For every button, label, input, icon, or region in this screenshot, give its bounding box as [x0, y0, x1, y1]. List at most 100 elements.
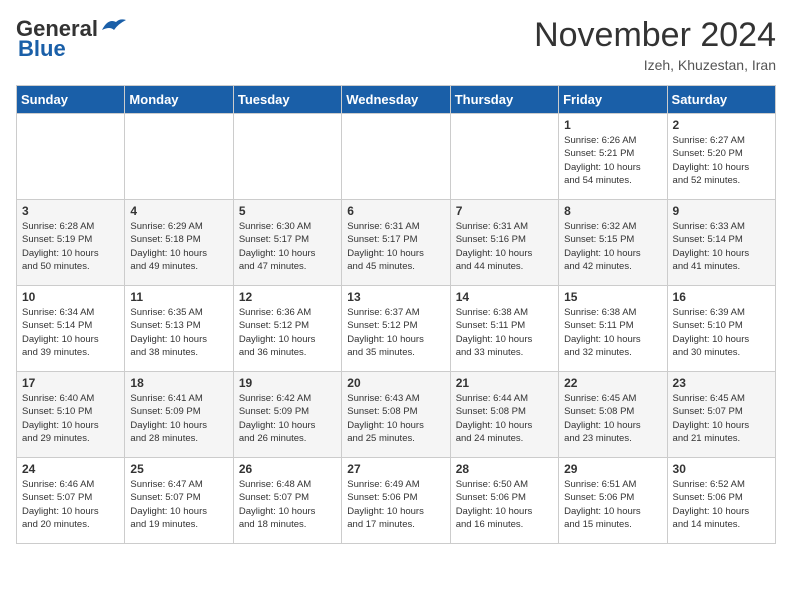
day-number: 16	[673, 290, 770, 304]
day-info: Sunrise: 6:34 AM Sunset: 5:14 PM Dayligh…	[22, 306, 119, 359]
logo: General Blue	[16, 16, 128, 62]
calendar-day-cell: 12 Sunrise: 6:36 AM Sunset: 5:12 PM Dayli…	[233, 286, 341, 372]
calendar-day-cell: 27 Sunrise: 6:49 AM Sunset: 5:06 PM Dayli…	[342, 458, 450, 544]
day-number: 29	[564, 462, 661, 476]
day-info: Sunrise: 6:31 AM Sunset: 5:17 PM Dayligh…	[347, 220, 444, 273]
day-info: Sunrise: 6:27 AM Sunset: 5:20 PM Dayligh…	[673, 134, 770, 187]
day-info: Sunrise: 6:40 AM Sunset: 5:10 PM Dayligh…	[22, 392, 119, 445]
day-info: Sunrise: 6:46 AM Sunset: 5:07 PM Dayligh…	[22, 478, 119, 531]
day-number: 30	[673, 462, 770, 476]
weekday-header-sunday: Sunday	[17, 86, 125, 114]
calendar-day-cell: 8Sunrise: 6:32 AM Sunset: 5:15 PM Daylig…	[559, 200, 667, 286]
day-info: Sunrise: 6:52 AM Sunset: 5:06 PM Dayligh…	[673, 478, 770, 531]
day-number: 3	[22, 204, 119, 218]
day-number: 17	[22, 376, 119, 390]
day-info: Sunrise: 6:47 AM Sunset: 5:07 PM Dayligh…	[130, 478, 227, 531]
day-number: 10	[22, 290, 119, 304]
day-info: Sunrise: 6:39 AM Sunset: 5:10 PM Dayligh…	[673, 306, 770, 359]
weekday-header-saturday: Saturday	[667, 86, 775, 114]
day-number: 6	[347, 204, 444, 218]
weekday-header-tuesday: Tuesday	[233, 86, 341, 114]
day-info: Sunrise: 6:31 AM Sunset: 5:16 PM Dayligh…	[456, 220, 553, 273]
day-info: Sunrise: 6:26 AM Sunset: 5:21 PM Dayligh…	[564, 134, 661, 187]
day-number: 26	[239, 462, 336, 476]
day-info: Sunrise: 6:48 AM Sunset: 5:07 PM Dayligh…	[239, 478, 336, 531]
calendar-day-cell: 18 Sunrise: 6:41 AM Sunset: 5:09 PM Dayli…	[125, 372, 233, 458]
day-info: Sunrise: 6:33 AM Sunset: 5:14 PM Dayligh…	[673, 220, 770, 273]
day-info: Sunrise: 6:28 AM Sunset: 5:19 PM Dayligh…	[22, 220, 119, 273]
day-info: Sunrise: 6:45 AM Sunset: 5:07 PM Dayligh…	[673, 392, 770, 445]
day-number: 19	[239, 376, 336, 390]
calendar-day-cell: 25 Sunrise: 6:47 AM Sunset: 5:07 PM Dayli…	[125, 458, 233, 544]
calendar-day-cell: 23 Sunrise: 6:45 AM Sunset: 5:07 PM Dayli…	[667, 372, 775, 458]
day-number: 1	[564, 118, 661, 132]
day-info: Sunrise: 6:32 AM Sunset: 5:15 PM Dayligh…	[564, 220, 661, 273]
day-info: Sunrise: 6:44 AM Sunset: 5:08 PM Dayligh…	[456, 392, 553, 445]
calendar-week-row: 1 Sunrise: 6:26 AM Sunset: 5:21 PM Daylig…	[17, 114, 776, 200]
location-subtitle: Izeh, Khuzestan, Iran	[534, 57, 776, 73]
day-info: Sunrise: 6:42 AM Sunset: 5:09 PM Dayligh…	[239, 392, 336, 445]
day-number: 23	[673, 376, 770, 390]
day-info: Sunrise: 6:35 AM Sunset: 5:13 PM Dayligh…	[130, 306, 227, 359]
logo-blue: Blue	[18, 36, 66, 62]
day-number: 15	[564, 290, 661, 304]
calendar-day-cell: 20Sunrise: 6:43 AM Sunset: 5:08 PM Dayli…	[342, 372, 450, 458]
weekday-header-monday: Monday	[125, 86, 233, 114]
day-number: 2	[673, 118, 770, 132]
calendar-day-cell	[233, 114, 341, 200]
calendar-day-cell	[125, 114, 233, 200]
weekday-header-row: SundayMondayTuesdayWednesdayThursdayFrid…	[17, 86, 776, 114]
day-number: 5	[239, 204, 336, 218]
day-info: Sunrise: 6:29 AM Sunset: 5:18 PM Dayligh…	[130, 220, 227, 273]
calendar-day-cell: 21 Sunrise: 6:44 AM Sunset: 5:08 PM Dayli…	[450, 372, 558, 458]
calendar-day-cell: 19 Sunrise: 6:42 AM Sunset: 5:09 PM Dayli…	[233, 372, 341, 458]
page-header: General Blue November 2024 Izeh, Khuzest…	[16, 16, 776, 73]
calendar-week-row: 24 Sunrise: 6:46 AM Sunset: 5:07 PM Dayli…	[17, 458, 776, 544]
calendar-table: SundayMondayTuesdayWednesdayThursdayFrid…	[16, 85, 776, 544]
day-number: 24	[22, 462, 119, 476]
calendar-day-cell: 26 Sunrise: 6:48 AM Sunset: 5:07 PM Dayli…	[233, 458, 341, 544]
day-number: 12	[239, 290, 336, 304]
day-number: 20	[347, 376, 444, 390]
calendar-day-cell: 29 Sunrise: 6:51 AM Sunset: 5:06 PM Dayli…	[559, 458, 667, 544]
calendar-day-cell	[450, 114, 558, 200]
day-info: Sunrise: 6:49 AM Sunset: 5:06 PM Dayligh…	[347, 478, 444, 531]
day-info: Sunrise: 6:38 AM Sunset: 5:11 PM Dayligh…	[564, 306, 661, 359]
day-number: 27	[347, 462, 444, 476]
day-number: 21	[456, 376, 553, 390]
logo-bird-icon	[100, 16, 128, 36]
day-number: 13	[347, 290, 444, 304]
day-info: Sunrise: 6:37 AM Sunset: 5:12 PM Dayligh…	[347, 306, 444, 359]
calendar-day-cell: 14 Sunrise: 6:38 AM Sunset: 5:11 PM Dayli…	[450, 286, 558, 372]
day-number: 14	[456, 290, 553, 304]
day-number: 25	[130, 462, 227, 476]
calendar-day-cell: 3 Sunrise: 6:28 AM Sunset: 5:19 PM Daylig…	[17, 200, 125, 286]
day-info: Sunrise: 6:38 AM Sunset: 5:11 PM Dayligh…	[456, 306, 553, 359]
day-info: Sunrise: 6:50 AM Sunset: 5:06 PM Dayligh…	[456, 478, 553, 531]
calendar-day-cell: 6 Sunrise: 6:31 AM Sunset: 5:17 PM Daylig…	[342, 200, 450, 286]
day-number: 9	[673, 204, 770, 218]
day-info: Sunrise: 6:36 AM Sunset: 5:12 PM Dayligh…	[239, 306, 336, 359]
calendar-day-cell	[17, 114, 125, 200]
day-number: 28	[456, 462, 553, 476]
calendar-day-cell: 13 Sunrise: 6:37 AM Sunset: 5:12 PM Dayli…	[342, 286, 450, 372]
day-info: Sunrise: 6:45 AM Sunset: 5:08 PM Dayligh…	[564, 392, 661, 445]
day-number: 22	[564, 376, 661, 390]
day-number: 7	[456, 204, 553, 218]
calendar-day-cell: 24 Sunrise: 6:46 AM Sunset: 5:07 PM Dayli…	[17, 458, 125, 544]
day-info: Sunrise: 6:41 AM Sunset: 5:09 PM Dayligh…	[130, 392, 227, 445]
day-number: 11	[130, 290, 227, 304]
weekday-header-wednesday: Wednesday	[342, 86, 450, 114]
weekday-header-friday: Friday	[559, 86, 667, 114]
calendar-week-row: 10 Sunrise: 6:34 AM Sunset: 5:14 PM Dayli…	[17, 286, 776, 372]
weekday-header-thursday: Thursday	[450, 86, 558, 114]
calendar-day-cell	[342, 114, 450, 200]
calendar-day-cell: 9 Sunrise: 6:33 AM Sunset: 5:14 PM Daylig…	[667, 200, 775, 286]
calendar-day-cell: 30 Sunrise: 6:52 AM Sunset: 5:06 PM Dayli…	[667, 458, 775, 544]
day-info: Sunrise: 6:51 AM Sunset: 5:06 PM Dayligh…	[564, 478, 661, 531]
calendar-day-cell: 2 Sunrise: 6:27 AM Sunset: 5:20 PM Daylig…	[667, 114, 775, 200]
day-number: 18	[130, 376, 227, 390]
calendar-day-cell: 5Sunrise: 6:30 AM Sunset: 5:17 PM Daylig…	[233, 200, 341, 286]
calendar-day-cell: 7 Sunrise: 6:31 AM Sunset: 5:16 PM Daylig…	[450, 200, 558, 286]
month-title: November 2024	[534, 16, 776, 55]
